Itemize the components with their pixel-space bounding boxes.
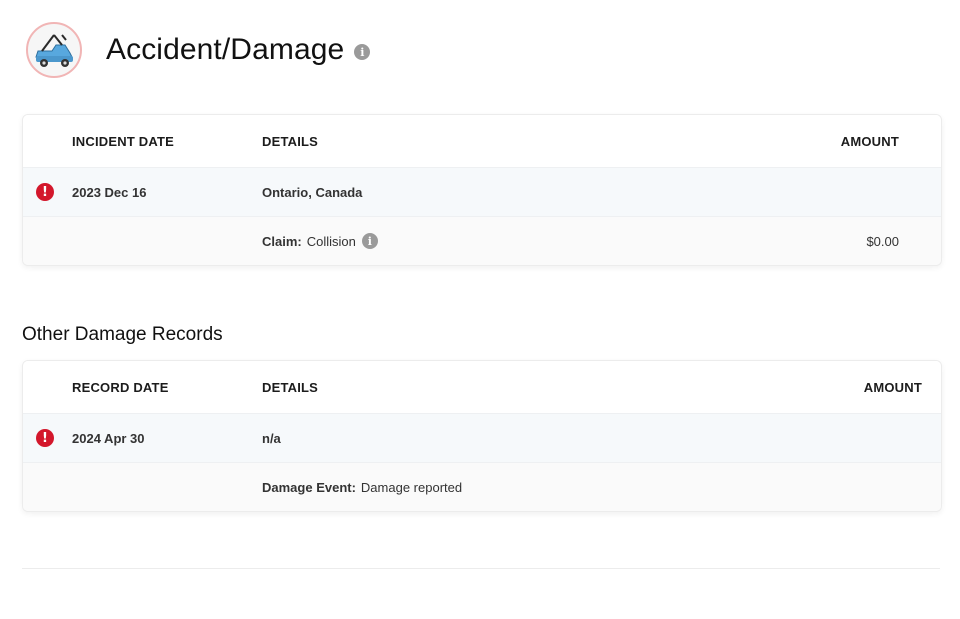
page-title: Accident/Damage: [106, 33, 345, 66]
incident-location: Ontario, Canada: [262, 184, 363, 200]
column-header-details[interactable]: DETAILS: [262, 361, 318, 413]
table-row[interactable]: ! 2023 Dec 16 Ontario, Canada: [23, 168, 941, 217]
tow-truck-icon: [26, 22, 82, 78]
table-header: RECORD DATE DETAILS AMOUNT: [23, 361, 941, 414]
claim-label: Claim:: [262, 233, 302, 249]
damage-event-detail: Damage Event: Damage reported: [262, 463, 462, 511]
claim-value: Collision: [306, 233, 356, 249]
column-header-details[interactable]: DETAILS: [262, 115, 318, 167]
alert-icon: !: [36, 429, 54, 447]
damage-event-label: Damage Event:: [262, 479, 356, 495]
damage-event-value: Damage reported: [360, 479, 463, 495]
accidents-table: INCIDENT DATE DETAILS AMOUNT ! 2023 Dec …: [22, 114, 942, 266]
info-icon[interactable]: i: [354, 44, 371, 60]
divider: [22, 568, 940, 569]
record-details: n/a: [262, 430, 281, 446]
claim-detail: Claim: Collision i: [262, 217, 378, 265]
section-title-other-damage: Other Damage Records: [22, 324, 223, 345]
table-row-detail: Damage Event: Damage reported: [23, 463, 941, 511]
column-header-amount[interactable]: AMOUNT: [864, 361, 922, 413]
column-header-record-date[interactable]: RECORD DATE: [72, 361, 169, 413]
page: Accident/Damage i INCIDENT DATE DETAILS …: [0, 0, 960, 619]
alert-icon: !: [36, 183, 54, 201]
claim-amount: $0.00: [866, 233, 899, 249]
table-row[interactable]: ! 2024 Apr 30 n/a: [23, 414, 941, 463]
incident-date: 2023 Dec 16: [72, 184, 147, 200]
info-icon[interactable]: i: [361, 233, 378, 249]
record-date: 2024 Apr 30: [72, 430, 145, 446]
header: Accident/Damage i: [26, 22, 371, 78]
table-row-detail: Claim: Collision i $0.00: [23, 217, 941, 265]
other-damage-table: RECORD DATE DETAILS AMOUNT ! 2024 Apr 30…: [22, 360, 942, 512]
column-header-amount[interactable]: AMOUNT: [841, 115, 899, 167]
table-header: INCIDENT DATE DETAILS AMOUNT: [23, 115, 941, 168]
column-header-incident-date[interactable]: INCIDENT DATE: [72, 115, 174, 167]
